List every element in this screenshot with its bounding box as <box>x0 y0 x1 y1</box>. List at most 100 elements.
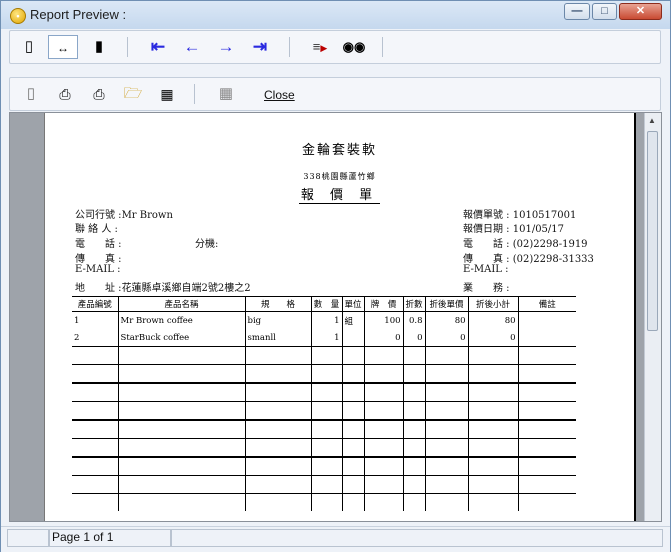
search-button[interactable]: ◉◉ <box>341 35 367 59</box>
empty-row <box>72 401 577 421</box>
empty-row <box>72 493 577 511</box>
field-quote-date: 報價日期 : 101/05/17 <box>463 224 565 235</box>
cell: 100 <box>363 311 404 329</box>
table-row: 1 Mr Brown coffee big 1 組 100 0.8 80 80 <box>72 311 577 329</box>
minimize-button[interactable]: — <box>564 3 590 20</box>
page-indicator: Page 1 of 1 <box>52 530 114 544</box>
cell: 0.8 <box>402 311 426 329</box>
col-header: 產品名稱 <box>117 296 245 312</box>
window-title: Report Preview : <box>30 7 127 22</box>
cell: smanll <box>244 329 311 347</box>
single-page-button[interactable]: ▯ <box>16 35 42 59</box>
empty-row <box>72 438 577 458</box>
page-width-icon: ↔ <box>57 41 69 55</box>
scrollbar-thumb[interactable] <box>647 131 658 331</box>
action-toolbar: ▯ ⎙ ⎙ 🗁 ▦ ▦ Close <box>9 77 661 111</box>
status-bar: Page 1 of 1 <box>1 526 670 552</box>
last-page-button[interactable]: ⇥ <box>247 35 273 59</box>
field-fax: 傳 真 : <box>75 254 122 265</box>
empty-row <box>72 420 577 439</box>
whole-page-icon: ▮ <box>94 38 104 55</box>
cell: 組 <box>341 311 365 329</box>
cell: 2 <box>72 329 118 347</box>
toolbar-separator <box>382 37 383 57</box>
close-button[interactable]: Close <box>264 88 295 102</box>
last-page-icon: ⇥ <box>252 37 268 56</box>
next-page-icon: → <box>217 37 235 56</box>
field-contact: 聯 絡 人 : <box>75 224 118 235</box>
previous-page-icon: ← <box>183 37 201 56</box>
cell: 80 <box>424 311 469 329</box>
save-button[interactable]: ▦ <box>154 82 180 106</box>
col-header: 產品編號 <box>72 296 118 312</box>
app-icon: • <box>10 8 26 24</box>
empty-row <box>72 346 577 365</box>
print-button[interactable]: ⎙ <box>86 82 112 106</box>
title-bar: • Report Preview : — □ ✕ <box>1 1 670 29</box>
open-button[interactable]: 🗁 <box>120 82 146 106</box>
print-setup-button[interactable]: ⎙ <box>52 82 78 106</box>
cell <box>341 329 365 347</box>
col-header: 規 格 <box>244 296 311 312</box>
report-preview-window: • Report Preview : — □ ✕ ▯ ↔ ▮ ⇤ ← → ⇥ ≡… <box>0 0 671 552</box>
export-button[interactable]: ▦ <box>213 82 239 106</box>
field-our-phone: 電 話 : (02)2298-1919 <box>463 239 588 250</box>
cell: StarBuck coffee <box>117 329 245 347</box>
field-extension: 分機: <box>195 239 219 250</box>
folder-icon: 🗁 <box>123 85 143 102</box>
floppy-disk-icon: ▦ <box>160 86 174 102</box>
company-name: 金輪套裝軟 <box>301 143 377 158</box>
cell: 0 <box>402 329 426 347</box>
empty-row <box>72 383 577 402</box>
first-page-icon: ⇤ <box>150 37 166 56</box>
table-header: 產品編號 產品名稱 規 格 數 量 單位 牌 價 折數 折後單價 折後小計 備註 <box>72 296 577 312</box>
report-page: 金輪套裝軟 338桃園縣蘆竹鄉 報 價 單 公司行號 :Mr Brown 聯 絡… <box>44 113 636 521</box>
toolbar-separator <box>127 37 128 57</box>
page-width-button[interactable]: ↔ <box>48 35 78 59</box>
cell <box>517 329 577 347</box>
empty-row <box>72 475 577 494</box>
col-header: 數 量 <box>310 296 342 312</box>
scroll-up-icon[interactable]: ▲ <box>648 116 656 125</box>
printer-setup-icon: ⎙ <box>59 86 71 102</box>
vertical-scrollbar[interactable]: ▲ <box>644 113 661 521</box>
close-window-button[interactable]: ✕ <box>619 3 662 20</box>
first-page-button[interactable]: ⇤ <box>145 35 171 59</box>
company-address: 338桃園縣蘆竹鄉 <box>303 172 376 181</box>
cell: 0 <box>424 329 469 347</box>
col-header: 單位 <box>341 296 365 312</box>
single-page-icon: ▯ <box>24 38 34 55</box>
toolbar-separator <box>194 84 195 104</box>
whole-page-button[interactable]: ▮ <box>86 35 112 59</box>
field-our-fax: 傳 真 : (02)2298-31333 <box>463 254 594 265</box>
goto-page-button[interactable]: ≡▶ <box>307 35 333 59</box>
cell: Mr Brown coffee <box>117 311 245 329</box>
cell: big <box>244 311 311 329</box>
field-sales: 業 務 : <box>463 283 510 294</box>
cell: 0 <box>363 329 404 347</box>
col-header: 折後單價 <box>424 296 469 312</box>
quote-table: 產品編號 產品名稱 規 格 數 量 單位 牌 價 折數 折後單價 折後小計 備註… <box>72 296 577 511</box>
binoculars-icon: ◉◉ <box>342 39 366 54</box>
empty-row <box>72 457 577 476</box>
page-icon: ▯ <box>26 85 36 102</box>
cell <box>517 311 577 329</box>
col-header: 備註 <box>517 296 577 312</box>
goto-page-icon: ≡▶ <box>312 39 328 54</box>
empty-row <box>72 364 577 384</box>
maximize-button[interactable]: □ <box>592 3 617 20</box>
status-cell <box>7 529 49 547</box>
preview-area: 金輪套裝軟 338桃園縣蘆竹鄉 報 價 單 公司行號 :Mr Brown 聯 絡… <box>9 112 662 522</box>
field-quote-no: 報價單號 : 1010517001 <box>463 210 577 221</box>
close-icon: ✕ <box>635 5 646 17</box>
col-header: 折數 <box>402 296 426 312</box>
new-button[interactable]: ▯ <box>18 82 44 106</box>
export-icon: ▦ <box>218 85 234 102</box>
toolbar-separator <box>289 37 290 57</box>
previous-page-button[interactable]: ← <box>179 35 205 59</box>
next-page-button[interactable]: → <box>213 35 239 59</box>
cell: 1 <box>310 311 342 329</box>
table-row: 2 StarBuck coffee smanll 1 0 0 0 0 <box>72 329 577 347</box>
maximize-icon: □ <box>601 5 608 17</box>
printer-icon: ⎙ <box>93 86 105 102</box>
